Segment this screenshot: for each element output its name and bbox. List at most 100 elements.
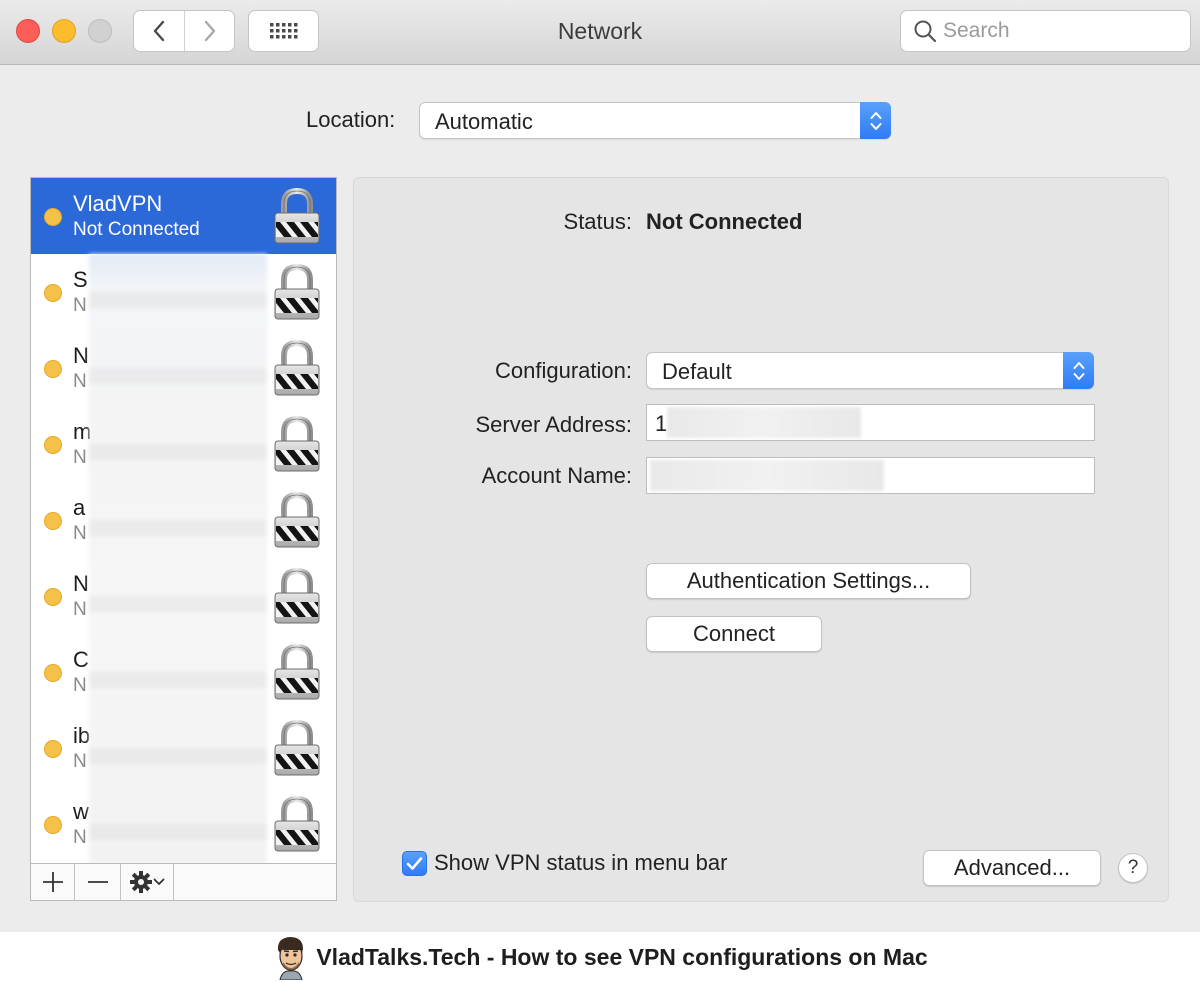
server-address-field[interactable]: 1: [646, 404, 1095, 441]
navigation-buttons: [133, 10, 235, 52]
plus-icon: [42, 872, 63, 892]
service-item-vladvpn[interactable]: VladVPN Not Connected: [31, 178, 336, 254]
status-dot: [44, 740, 62, 758]
service-status: N: [73, 751, 87, 772]
location-popup[interactable]: Automatic: [419, 102, 891, 139]
service-status: N: [73, 447, 87, 468]
show-all-preferences-button[interactable]: [248, 10, 319, 52]
show-vpn-status-checkbox[interactable]: [402, 850, 427, 876]
sidebar-toolbar: [31, 863, 336, 900]
status-dot: [44, 284, 62, 302]
server-address-label: Server Address:: [475, 412, 632, 437]
minimize-window-button[interactable]: [52, 19, 76, 43]
service-name: N: [73, 343, 89, 368]
configuration-popup[interactable]: Default: [646, 352, 1094, 389]
status-label: Status:: [563, 209, 632, 234]
lock-icon-wrapper: [272, 642, 322, 707]
lock-icon-wrapper: [272, 262, 322, 327]
gear-icon: [130, 871, 152, 893]
service-name: a: [73, 495, 86, 520]
service-status: N: [73, 675, 87, 696]
search-field[interactable]: [900, 10, 1191, 52]
redacted-area: [89, 254, 267, 864]
lock-icon: [274, 643, 320, 700]
title-bar: Network: [0, 0, 1200, 65]
advanced-button[interactable]: Advanced...: [923, 850, 1101, 886]
service-status: N: [73, 523, 87, 544]
search-icon: [914, 20, 937, 43]
service-status: N: [73, 827, 87, 848]
lock-icon: [274, 187, 320, 244]
service-name: C: [73, 647, 89, 672]
up-down-chevron-icon: [1073, 361, 1084, 380]
service-status: N: [73, 599, 87, 620]
service-name: S: [73, 267, 88, 292]
location-label: Location:: [306, 107, 396, 132]
status-value: Not Connected: [646, 209, 803, 234]
service-name: w: [73, 799, 89, 824]
configuration-popup-arrows[interactable]: [1063, 352, 1094, 389]
grid-icon: [269, 23, 297, 39]
lock-icon-wrapper: [272, 794, 322, 859]
configuration-label: Configuration:: [495, 358, 632, 383]
lock-icon: [274, 491, 320, 548]
status-dot: [44, 588, 62, 606]
status-dot: [44, 664, 62, 682]
chevron-left-icon: [153, 20, 165, 42]
configuration-value: Default: [662, 359, 732, 384]
authentication-settings-button[interactable]: Authentication Settings...: [646, 563, 971, 599]
lock-icon-wrapper: [272, 490, 322, 555]
remove-service-button[interactable]: [75, 864, 121, 900]
service-status: Not Connected: [73, 219, 200, 240]
zoom-window-button[interactable]: [88, 19, 112, 43]
caption-text: VladTalks.Tech - How to see VPN configur…: [316, 943, 928, 970]
service-sidebar: VladVPN Not Connected S N N N m N a N N …: [30, 177, 337, 901]
service-name: ib: [73, 723, 91, 748]
network-preferences-window: Network Location: Automatic VladVPN Not …: [0, 0, 1200, 932]
close-window-button[interactable]: [16, 19, 40, 43]
caption-banner: VladTalks.Tech - How to see VPN configur…: [0, 932, 1200, 982]
chevron-down-icon: [153, 878, 165, 885]
lock-icon: [274, 339, 320, 396]
forward-button[interactable]: [184, 11, 234, 51]
vpn-detail-panel: Status: Not Connected Configuration: Def…: [353, 177, 1169, 902]
lock-icon-wrapper: [272, 186, 322, 251]
search-input[interactable]: [943, 19, 1163, 43]
avatar-icon: [278, 937, 304, 980]
lock-icon-wrapper: [272, 414, 322, 479]
lock-icon: [274, 415, 320, 472]
location-value: Automatic: [435, 109, 533, 134]
lock-icon: [274, 263, 320, 320]
show-vpn-status-row: Show VPN status in menu bar: [402, 850, 727, 876]
status-dot: [44, 512, 62, 530]
location-popup-arrows[interactable]: [860, 102, 891, 139]
back-button[interactable]: [134, 11, 184, 51]
service-name: N: [73, 571, 89, 596]
service-action-menu-button[interactable]: [121, 864, 174, 900]
redacted-area: [667, 407, 861, 438]
redacted-area: [650, 460, 884, 491]
lock-icon-wrapper: [272, 718, 322, 783]
help-button[interactable]: ?: [1118, 853, 1148, 883]
status-dot: [44, 208, 62, 226]
status-dot: [44, 436, 62, 454]
service-status: N: [73, 295, 87, 316]
account-name-field[interactable]: [646, 457, 1095, 494]
service-name: VladVPN: [73, 191, 163, 216]
add-service-button[interactable]: [31, 864, 75, 900]
lock-icon: [274, 719, 320, 776]
account-name-label: Account Name:: [481, 463, 632, 488]
lock-icon-wrapper: [272, 566, 322, 631]
connect-button[interactable]: Connect: [646, 616, 822, 652]
chevron-right-icon: [204, 20, 215, 42]
up-down-chevron-icon: [870, 111, 881, 130]
service-list[interactable]: VladVPN Not Connected S N N N m N a N N …: [31, 178, 336, 864]
status-dot: [44, 816, 62, 834]
show-vpn-status-label[interactable]: Show VPN status in menu bar: [434, 850, 727, 876]
minus-icon: [87, 881, 108, 883]
status-dot: [44, 360, 62, 378]
lock-icon-wrapper: [272, 338, 322, 403]
lock-icon: [274, 567, 320, 624]
server-address-value: 1: [655, 411, 668, 436]
checkmark-icon: [406, 856, 423, 870]
